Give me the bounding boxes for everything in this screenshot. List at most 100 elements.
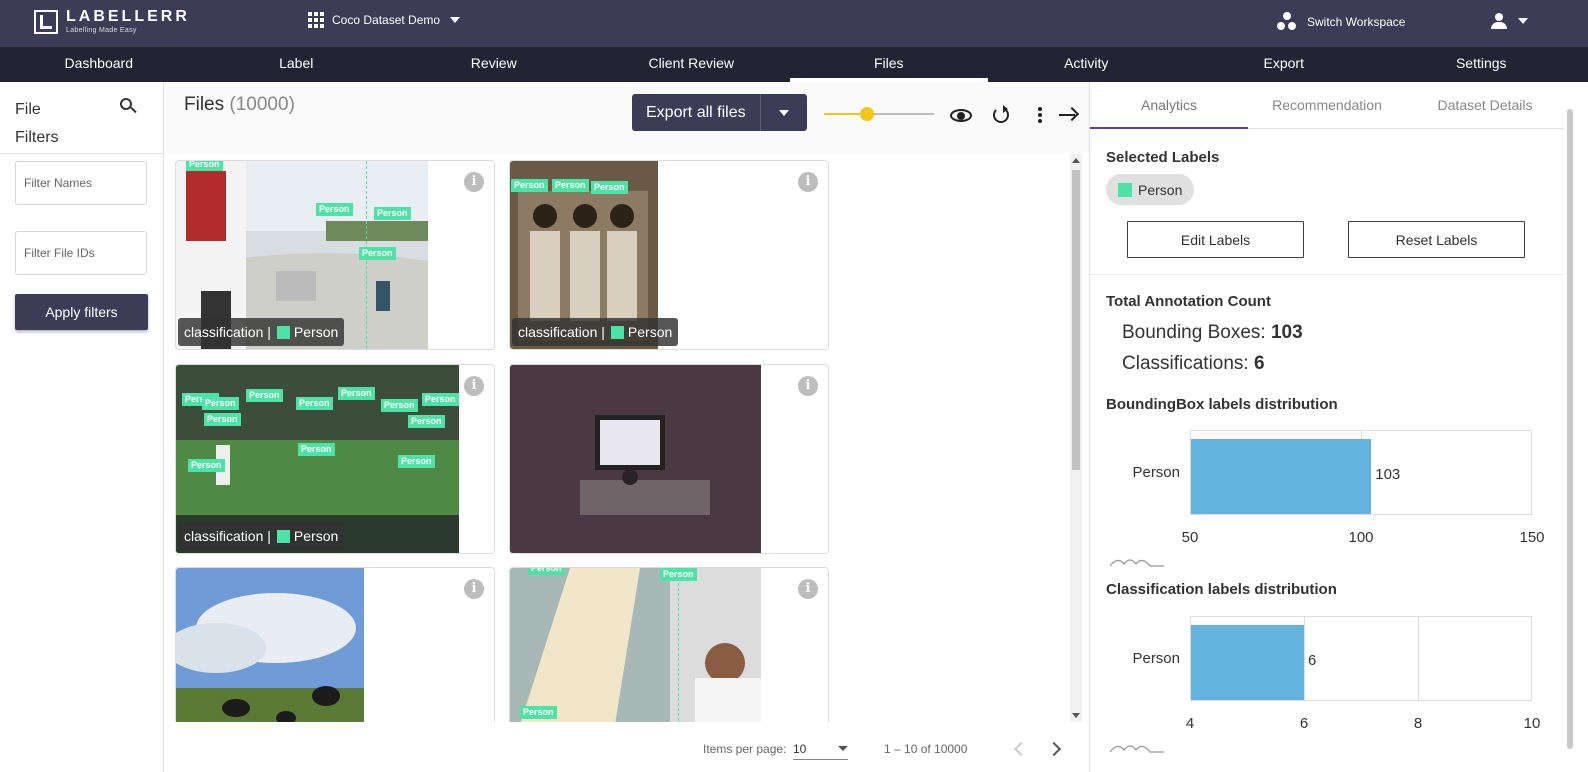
file-card[interactable]: Person Person Person i classification | … bbox=[509, 160, 829, 350]
filter-file-ids-input[interactable] bbox=[15, 231, 147, 275]
chevron-down-icon bbox=[450, 17, 461, 23]
tab-settings[interactable]: Settings bbox=[1383, 47, 1581, 82]
tab-files[interactable]: Files bbox=[790, 47, 988, 82]
arrow-right-icon[interactable] bbox=[1057, 104, 1080, 126]
file-card[interactable]: Person Person Person i bbox=[509, 567, 829, 722]
info-icon[interactable]: i bbox=[798, 376, 818, 396]
classification-count-line: Classifications: 6 bbox=[1122, 353, 1265, 374]
chevron-down-icon bbox=[1518, 18, 1528, 24]
switch-workspace-button[interactable]: Switch Workspace bbox=[1277, 12, 1405, 32]
bbox-label: Person bbox=[316, 203, 353, 216]
bbox-label: Person bbox=[408, 415, 445, 428]
scroll-thumb[interactable] bbox=[1072, 170, 1080, 470]
classification-badge: classification | Person bbox=[178, 318, 345, 346]
reset-labels-button[interactable]: Reset Labels bbox=[1348, 221, 1525, 258]
chart-bar[interactable] bbox=[1191, 625, 1304, 700]
edit-labels-button[interactable]: Edit Labels bbox=[1127, 221, 1304, 258]
export-all-files-button[interactable]: Export all files bbox=[632, 94, 807, 131]
brand-logo[interactable]: LABELLERR Labelling Made Easy bbox=[34, 9, 190, 34]
tab-review[interactable]: Review bbox=[395, 47, 593, 82]
bbox-label: Person bbox=[296, 397, 333, 410]
wave-icon[interactable] bbox=[1110, 740, 1164, 754]
filters-title: File Filters bbox=[15, 101, 59, 146]
zoom-icon[interactable] bbox=[120, 98, 137, 114]
selected-labels-title: Selected Labels bbox=[1106, 149, 1220, 166]
filter-names-input[interactable] bbox=[15, 161, 147, 205]
logo-mark-icon bbox=[34, 9, 58, 34]
apply-filters-button[interactable]: Apply filters bbox=[15, 294, 148, 330]
scroll-down-icon[interactable] bbox=[1072, 713, 1080, 718]
chevron-down-icon bbox=[779, 109, 789, 116]
classification-count: 6 bbox=[1254, 353, 1265, 374]
bbox-label: Person bbox=[511, 179, 548, 192]
scroll-up-icon[interactable] bbox=[1072, 158, 1080, 163]
page-title: Files (10000) bbox=[184, 94, 295, 116]
bbox-label: Person bbox=[520, 706, 557, 719]
project-selector[interactable]: Coco Dataset Demo bbox=[308, 12, 461, 28]
thumbnail-size-slider[interactable] bbox=[824, 107, 934, 121]
tab-export[interactable]: Export bbox=[1185, 47, 1383, 82]
axis-tick-label: 4 bbox=[1185, 715, 1195, 732]
file-card[interactable]: Person Person Person Person i classifica… bbox=[175, 160, 495, 350]
bbox-count: 103 bbox=[1270, 322, 1303, 343]
bbox-label: Person bbox=[359, 247, 396, 260]
file-filters-panel: File Filters Apply filters bbox=[0, 82, 164, 772]
slider-thumb[interactable] bbox=[859, 107, 874, 121]
files-count: (10000) bbox=[229, 94, 295, 115]
info-icon[interactable]: i bbox=[464, 579, 484, 599]
bbox-label: Person bbox=[660, 568, 697, 581]
page-range: 1 – 10 of 10000 bbox=[884, 742, 968, 756]
tab-activity[interactable]: Activity bbox=[988, 47, 1186, 82]
tab-analytics[interactable]: Analytics bbox=[1090, 82, 1248, 129]
apps-grid-icon bbox=[308, 12, 324, 28]
export-dropdown-toggle[interactable] bbox=[761, 109, 807, 116]
tab-recommendation[interactable]: Recommendation bbox=[1248, 82, 1406, 128]
scroll-thumb[interactable] bbox=[1567, 109, 1573, 749]
tab-client-review[interactable]: Client Review bbox=[593, 47, 791, 82]
bar-value-label: 103 bbox=[1375, 466, 1401, 483]
info-icon[interactable]: i bbox=[464, 172, 484, 192]
axis-tick-label: 100 bbox=[1348, 529, 1374, 546]
file-thumbnail bbox=[176, 568, 364, 722]
top-bar: LABELLERR Labelling Made Easy Coco Datas… bbox=[0, 0, 1588, 47]
workspace-icon bbox=[1277, 12, 1297, 32]
label-color-swatch bbox=[1118, 182, 1132, 197]
tab-label[interactable]: Label bbox=[198, 47, 396, 82]
eye-icon[interactable] bbox=[950, 104, 972, 126]
previous-page-icon[interactable] bbox=[1013, 741, 1029, 757]
brand-name: LABELLERR bbox=[66, 8, 190, 25]
file-grid: Person Person Person Person i classifica… bbox=[164, 154, 1084, 722]
file-card[interactable]: i bbox=[175, 567, 495, 722]
chart-bar[interactable] bbox=[1191, 439, 1372, 514]
bbox-label: Person bbox=[188, 459, 225, 472]
bar-value-label: 6 bbox=[1308, 652, 1317, 669]
file-thumbnail bbox=[510, 568, 761, 722]
user-menu[interactable] bbox=[1490, 12, 1528, 30]
wave-icon[interactable] bbox=[1110, 554, 1164, 568]
tab-dashboard[interactable]: Dashboard bbox=[0, 47, 198, 82]
switch-workspace-label: Switch Workspace bbox=[1307, 15, 1406, 29]
selected-label-chip[interactable]: Person bbox=[1106, 174, 1195, 205]
export-label: Export all files bbox=[646, 103, 746, 121]
bbox-distribution-title: BoundingBox labels distribution bbox=[1106, 396, 1338, 413]
bbox-label: Person bbox=[204, 413, 241, 426]
bbox-label: Person bbox=[528, 568, 565, 575]
bbox-label: Person bbox=[298, 443, 335, 456]
bbox-label: Person bbox=[422, 393, 459, 406]
items-per-page-select[interactable]: 10 bbox=[793, 738, 848, 760]
file-card[interactable]: Person Person Person Person Person Perso… bbox=[175, 364, 495, 554]
tab-dataset-details[interactable]: Dataset Details bbox=[1406, 82, 1564, 128]
info-icon[interactable]: i bbox=[798, 172, 818, 192]
bbox-count-line: Bounding Boxes: 103 bbox=[1122, 322, 1303, 343]
grid-scrollbar[interactable] bbox=[1070, 154, 1082, 722]
next-page-icon[interactable] bbox=[1046, 741, 1062, 757]
refresh-icon[interactable] bbox=[990, 104, 1012, 126]
info-icon[interactable]: i bbox=[798, 579, 818, 599]
chevron-down-icon bbox=[838, 746, 848, 751]
analytics-scrollbar[interactable] bbox=[1564, 82, 1588, 772]
axis-tick-label: 50 bbox=[1181, 529, 1199, 546]
info-icon[interactable]: i bbox=[464, 376, 484, 396]
more-vert-icon[interactable] bbox=[1029, 104, 1051, 126]
file-card[interactable]: i bbox=[509, 364, 829, 554]
bbox-label: Person bbox=[246, 389, 283, 402]
